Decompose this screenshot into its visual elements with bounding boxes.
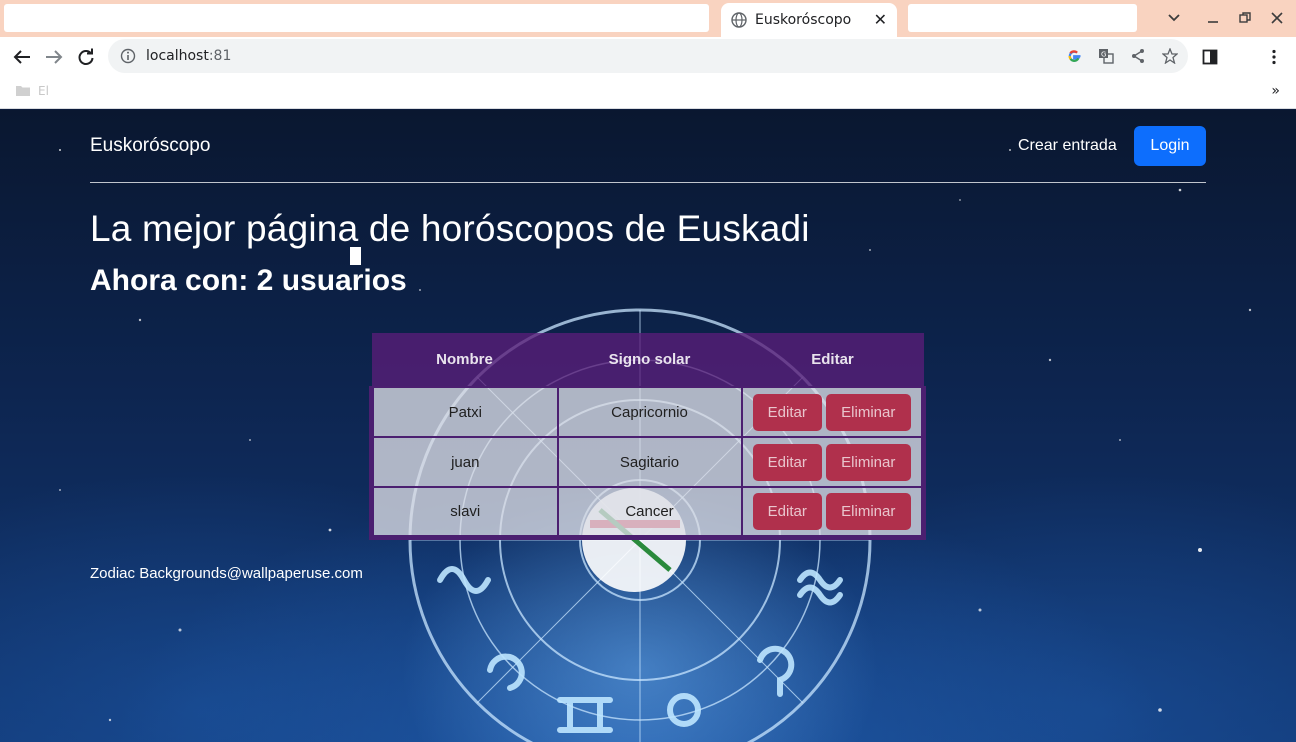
delete-button[interactable]: Eliminar (825, 393, 911, 431)
delete-button[interactable]: Eliminar (825, 492, 911, 530)
folder-icon[interactable] (16, 85, 30, 96)
table-header-row: Nombre Signo solar Editar (371, 333, 924, 387)
tab-search-icon[interactable] (1163, 8, 1185, 28)
page-viewport: Euskoróscopo Crear entrada Login La mejo… (0, 110, 1296, 742)
blank-tab[interactable] (908, 4, 1137, 32)
address-bar[interactable]: localhost:81 G (108, 39, 1188, 73)
url-port: :81 (208, 48, 232, 64)
cell-name: Patxi (369, 386, 559, 438)
close-icon[interactable]: ✕ (874, 12, 887, 28)
tab-strip: Euskoróscopo ✕ (0, 0, 1296, 37)
header-nombre: Nombre (436, 351, 493, 368)
login-button[interactable]: Login (1134, 126, 1206, 166)
info-icon[interactable] (120, 48, 136, 64)
users-count-heading: Ahora con: 2 usuarios (90, 264, 407, 297)
google-icon[interactable] (1066, 48, 1082, 64)
tab-title: Euskoróscopo (755, 12, 852, 28)
star-icon[interactable] (1162, 48, 1178, 64)
restore-icon[interactable] (1234, 8, 1256, 28)
url-text[interactable]: localhost:81 (146, 48, 231, 64)
chevron-double-right-icon[interactable]: » (1271, 83, 1280, 99)
back-arrow-icon[interactable] (10, 45, 34, 69)
url-host: localhost (146, 48, 209, 64)
cell-name: slavi (369, 486, 559, 540)
text-cursor (350, 247, 361, 265)
close-window-icon[interactable] (1266, 8, 1288, 28)
header-editar: Editar (811, 351, 854, 368)
background-credit: Zodiac Backgrounds@wallpaperuse.com (90, 565, 363, 582)
cell-sign: Sagitario (556, 436, 743, 488)
cell-sign: Capricornio (556, 386, 743, 438)
globe-icon (731, 12, 747, 28)
header-signo-solar: Signo solar (608, 351, 691, 368)
nav-divider (90, 182, 1206, 183)
cell-actions: Editar Eliminar (740, 486, 926, 540)
active-tab[interactable]: Euskoróscopo ✕ (721, 3, 897, 37)
page-title: La mejor página de horóscopos de Euskadi (90, 208, 810, 249)
edit-button[interactable]: Editar (752, 443, 822, 481)
minimize-icon[interactable] (1202, 8, 1224, 28)
crear-entrada-link[interactable]: Crear entrada (1018, 137, 1117, 155)
table-row: juan Sagitario Editar Eliminar (369, 436, 926, 488)
side-panel-icon[interactable] (1198, 45, 1222, 69)
translate-icon[interactable]: G (1098, 48, 1114, 64)
cell-actions: Editar Eliminar (740, 386, 926, 438)
edit-button[interactable]: Editar (752, 492, 822, 530)
share-icon[interactable] (1130, 48, 1146, 64)
cell-name: juan (369, 436, 559, 488)
cell-sign: Cancer (556, 486, 743, 540)
reload-icon[interactable] (74, 45, 98, 69)
cell-actions: Editar Eliminar (740, 436, 926, 488)
users-table: Nombre Signo solar Editar Patxi Capricor… (369, 333, 926, 540)
blank-tab[interactable] (4, 4, 709, 32)
bookmark-label[interactable]: El (38, 84, 49, 98)
edit-button[interactable]: Editar (752, 393, 822, 431)
brand-link[interactable]: Euskoróscopo (90, 135, 210, 157)
table-row: slavi Cancer Editar Eliminar (369, 486, 926, 540)
bookmarks-bar: El » (0, 76, 1296, 109)
browser-toolbar: localhost:81 G (0, 37, 1296, 76)
svg-text:G: G (1101, 51, 1106, 59)
forward-arrow-icon[interactable] (42, 45, 66, 69)
delete-button[interactable]: Eliminar (825, 443, 911, 481)
table-row: Patxi Capricornio Editar Eliminar (369, 386, 926, 438)
kebab-menu-icon[interactable] (1262, 45, 1286, 69)
